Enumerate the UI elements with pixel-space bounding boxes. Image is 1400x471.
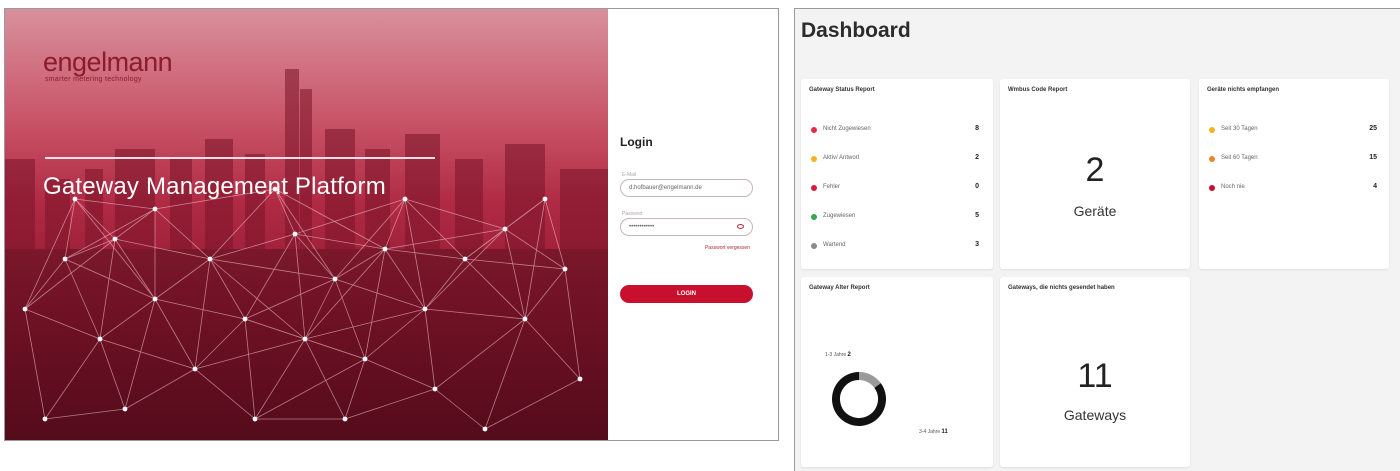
eye-icon[interactable] bbox=[737, 224, 744, 229]
city-skyline bbox=[5, 69, 608, 249]
not-received-row[interactable]: Seit 60 Tagen 15 bbox=[1209, 154, 1377, 164]
password-field[interactable]: •••••••••••• bbox=[620, 218, 753, 236]
status-dot-icon bbox=[1209, 185, 1215, 191]
network-node bbox=[502, 226, 508, 232]
hero-image: engelmann smarter metering technology Ga… bbox=[5, 9, 608, 440]
age-donut-chart[interactable] bbox=[801, 277, 993, 467]
network-node bbox=[192, 366, 198, 372]
status-dot-icon bbox=[1209, 156, 1215, 162]
status-row[interactable]: Wartend 3 bbox=[811, 241, 979, 251]
wmbus-code-report-card[interactable]: Wmbus Code Report 2 Geräte bbox=[1000, 79, 1190, 269]
login-title: Login bbox=[620, 135, 653, 149]
status-dot-icon bbox=[811, 156, 817, 162]
network-node bbox=[577, 376, 583, 382]
age-label-1: 1-3 Jahre 2 bbox=[825, 352, 851, 358]
email-value: d.hofbauer@engelmann.de bbox=[629, 185, 702, 191]
status-row[interactable]: Aktiv/ Antwort 2 bbox=[811, 154, 979, 164]
password-value: •••••••••••• bbox=[629, 224, 655, 230]
dashboard-screenshot: Dashboard Gateway Status Report Nicht Zu… bbox=[794, 8, 1400, 471]
wmbus-unit: Geräte bbox=[1073, 203, 1117, 219]
donut-segment-1[interactable] bbox=[858, 372, 881, 389]
age-label-2: 3-4 Jahre 11 bbox=[919, 429, 948, 435]
logo-wordmark: engelmann bbox=[43, 47, 173, 77]
status-dot-icon bbox=[1209, 127, 1215, 133]
network-node bbox=[242, 316, 248, 322]
password-label: Passwort bbox=[622, 211, 643, 217]
devices-not-received-card[interactable]: Geräte nichts empfangen Seit 30 Tagen 25… bbox=[1199, 79, 1389, 269]
network-node bbox=[207, 256, 213, 262]
network-node bbox=[252, 416, 258, 422]
gateway-age-report-card[interactable]: Gateway Alter Report 1-3 Jahre 2 3-4 Jah… bbox=[801, 277, 993, 467]
network-node bbox=[402, 196, 408, 202]
login-button[interactable]: LOGIN bbox=[620, 285, 753, 303]
status-dot-icon bbox=[811, 185, 817, 191]
network-node bbox=[292, 231, 298, 237]
forgot-password-link[interactable]: Passwort vergessen bbox=[705, 245, 750, 251]
engelmann-logo: engelmann smarter metering technology bbox=[43, 47, 173, 83]
not-received-count: 15 bbox=[1369, 154, 1377, 161]
status-count: 5 bbox=[975, 212, 979, 219]
network-node bbox=[432, 386, 438, 392]
network-node bbox=[382, 246, 388, 252]
network-node bbox=[332, 276, 338, 282]
network-node bbox=[122, 406, 128, 412]
not-received-label: Noch nie bbox=[1221, 184, 1245, 190]
not-reported-unit: Gateways bbox=[1063, 407, 1127, 423]
not-received-row[interactable]: Seit 30 Tagen 25 bbox=[1209, 125, 1377, 135]
email-field[interactable]: d.hofbauer@engelmann.de bbox=[620, 179, 753, 197]
network-node bbox=[22, 306, 28, 312]
status-count: 0 bbox=[975, 183, 979, 190]
network-node bbox=[342, 416, 348, 422]
login-screenshot: engelmann smarter metering technology Ga… bbox=[4, 8, 779, 441]
card-title: Geräte nichts empfangen bbox=[1207, 87, 1280, 93]
status-count: 2 bbox=[975, 154, 979, 161]
status-label: Aktiv/ Antwort bbox=[823, 155, 860, 161]
gateway-status-report-card[interactable]: Gateway Status Report Nicht Zugewiesen 8… bbox=[801, 79, 993, 269]
network-node bbox=[542, 196, 548, 202]
network-node bbox=[422, 306, 428, 312]
status-label: Fehler bbox=[823, 184, 841, 190]
network-node bbox=[152, 296, 158, 302]
status-dot-icon bbox=[811, 214, 817, 220]
hero-divider bbox=[45, 157, 435, 159]
status-row[interactable]: Nicht Zugewiesen 8 bbox=[811, 125, 979, 135]
status-label: Zugewiesen bbox=[823, 213, 856, 219]
not-received-count: 4 bbox=[1373, 183, 1377, 190]
network-node bbox=[522, 316, 528, 322]
status-dot-icon bbox=[811, 127, 817, 133]
dashboard-title: Dashboard bbox=[801, 19, 911, 42]
network-node bbox=[362, 356, 368, 362]
status-dot-icon bbox=[811, 243, 817, 249]
network-node bbox=[482, 426, 488, 432]
network-node bbox=[152, 206, 158, 212]
email-label: E-Mail bbox=[622, 172, 637, 178]
login-panel: Login E-Mail d.hofbauer@engelmann.de Pas… bbox=[608, 9, 778, 440]
network-node bbox=[42, 416, 48, 422]
status-count: 3 bbox=[975, 241, 979, 248]
card-title: Gateways, die nichts gesendet haben bbox=[1008, 285, 1115, 291]
status-label: Wartend bbox=[823, 242, 846, 248]
gateways-not-reported-card[interactable]: Gateways, die nichts gesendet haben 11 G… bbox=[1000, 277, 1190, 467]
network-node bbox=[62, 256, 68, 262]
not-reported-count: 11 bbox=[1077, 357, 1113, 395]
not-received-label: Seit 60 Tagen bbox=[1221, 155, 1258, 161]
status-label: Nicht Zugewiesen bbox=[823, 126, 871, 132]
network-node bbox=[302, 336, 308, 342]
card-title: Gateway Status Report bbox=[809, 87, 875, 93]
not-received-row[interactable]: Noch nie 4 bbox=[1209, 183, 1377, 193]
network-node bbox=[112, 236, 118, 242]
status-row[interactable]: Fehler 0 bbox=[811, 183, 979, 193]
network-node bbox=[97, 336, 103, 342]
ground-shadow bbox=[5, 249, 608, 440]
network-node bbox=[462, 256, 468, 262]
not-received-count: 25 bbox=[1369, 125, 1377, 132]
not-received-label: Seit 30 Tagen bbox=[1221, 126, 1258, 132]
wmbus-count: 2 bbox=[1085, 151, 1105, 189]
card-title: Wmbus Code Report bbox=[1008, 87, 1068, 93]
status-count: 8 bbox=[975, 125, 979, 132]
status-row[interactable]: Zugewiesen 5 bbox=[811, 212, 979, 222]
hero-title: Gateway Management Platform bbox=[43, 173, 386, 200]
network-node bbox=[562, 266, 568, 272]
